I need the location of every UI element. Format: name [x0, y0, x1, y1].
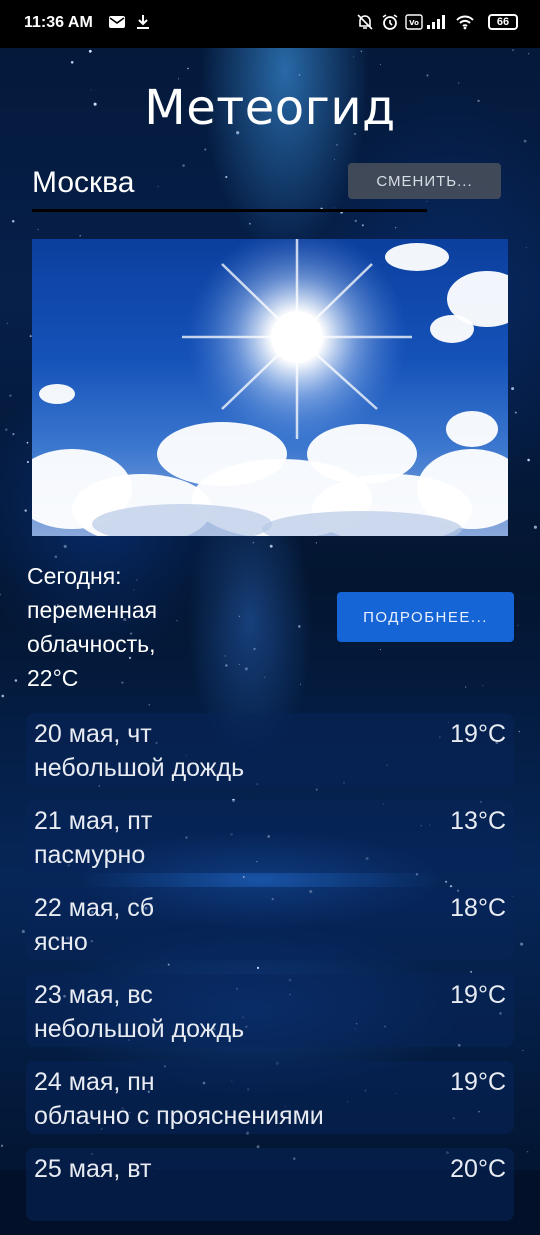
wifi-icon	[455, 13, 475, 36]
forecast-desc: облачно с прояснениями	[34, 1102, 324, 1130]
forecast-list[interactable]: 20 мая, чт 19°C небольшой дождь 21 мая, …	[26, 713, 514, 1235]
forecast-desc: ясно	[34, 928, 88, 956]
signal-icon	[426, 13, 448, 36]
mute-icon	[356, 13, 374, 36]
forecast-desc: небольшой дождь	[34, 754, 245, 782]
status-time: 11:36 AM	[24, 14, 93, 31]
mail-icon	[108, 13, 126, 36]
today-condition-line2: облачность,	[27, 631, 156, 657]
forecast-date: 24 мая, пн	[34, 1068, 155, 1096]
forecast-item[interactable]: 20 мая, чт 19°C небольшой дождь	[26, 713, 514, 786]
forecast-date: 23 мая, вс	[34, 981, 153, 1009]
forecast-item[interactable]: 21 мая, пт 13°C пасмурно	[26, 800, 514, 873]
today-summary: Сегодня: переменная облачность, 22°C	[27, 559, 217, 695]
forecast-desc: пасмурно	[34, 841, 146, 869]
forecast-date: 21 мая, пт	[34, 807, 153, 835]
forecast-desc: небольшой дождь	[34, 1015, 245, 1043]
status-bar: 11:36 AM Vo 66	[0, 0, 540, 48]
forecast-temp: 18°C	[450, 894, 506, 922]
city-underline	[32, 209, 427, 212]
svg-text:Метеогид: Метеогид	[144, 80, 395, 136]
battery-icon: 66	[488, 14, 518, 30]
forecast-item[interactable]: 23 мая, вс 19°C небольшой дождь	[26, 974, 514, 1047]
forecast-temp: 13°C	[450, 807, 506, 835]
volte-icon: Vo	[405, 13, 423, 36]
forecast-temp: 19°C	[450, 720, 506, 748]
alarm-icon	[381, 13, 399, 36]
forecast-item[interactable]: 24 мая, пн 19°C облачно с прояснениями	[26, 1061, 514, 1134]
svg-text:Vo: Vo	[409, 19, 419, 27]
forecast-temp: 19°C	[450, 1068, 506, 1096]
details-button[interactable]: ПОДРОБНЕЕ...	[337, 592, 514, 642]
forecast-item[interactable]: 22 мая, сб 18°C ясно	[26, 887, 514, 960]
today-temperature: 22°C	[27, 665, 79, 691]
change-city-button[interactable]: СМЕНИТЬ...	[348, 163, 501, 199]
forecast-item[interactable]: 25 мая, вт 20°C	[26, 1148, 514, 1221]
weather-image	[32, 239, 508, 536]
today-label: Сегодня:	[27, 563, 122, 589]
download-icon	[134, 13, 152, 36]
app-title: Метеогид	[144, 80, 395, 136]
forecast-date: 20 мая, чт	[34, 720, 152, 748]
forecast-date: 22 мая, сб	[34, 894, 155, 922]
forecast-temp: 19°C	[450, 981, 506, 1009]
today-condition-line1: переменная	[27, 597, 158, 623]
city-name[interactable]: Москва	[32, 166, 134, 200]
